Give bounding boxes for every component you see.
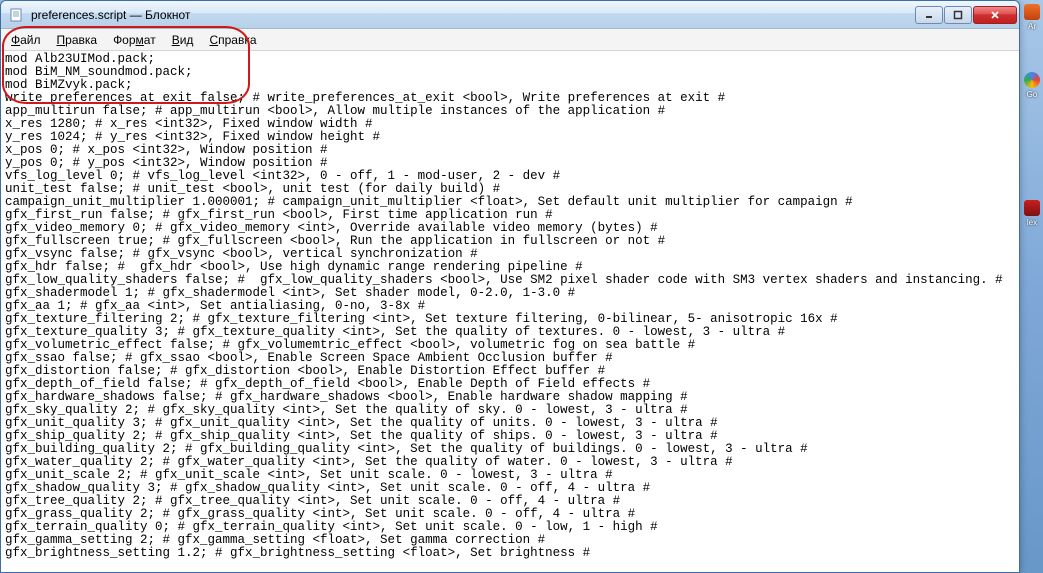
close-button[interactable] (973, 6, 1017, 24)
menu-help[interactable]: Справка (201, 31, 264, 49)
window-title: preferences.script — Блокнот (29, 8, 915, 22)
menu-edit[interactable]: Правка (49, 31, 106, 49)
desktop-shortcut-2[interactable]: Go (1023, 72, 1041, 112)
minimize-button[interactable] (915, 6, 943, 24)
menu-file-rest: айл (20, 33, 40, 47)
notepad-icon (9, 7, 25, 23)
menu-file[interactable]: Файл (3, 31, 49, 49)
notepad-window: preferences.script — Блокнот Файл Правка… (0, 0, 1020, 573)
menu-view[interactable]: Вид (164, 31, 202, 49)
titlebar[interactable]: preferences.script — Блокнот (1, 1, 1019, 29)
editor-text[interactable]: mod Alb23UIMod.pack; mod BiM_NM_soundmod… (1, 51, 1019, 572)
maximize-button[interactable] (944, 6, 972, 24)
menubar: Файл Правка Формат Вид Справка (1, 29, 1019, 51)
desktop-icons: Ar Go lex (1021, 0, 1043, 573)
desktop-shortcut-3[interactable]: lex (1023, 200, 1041, 240)
desktop-shortcut-1[interactable]: Ar (1023, 4, 1041, 44)
menu-format[interactable]: Формат (105, 31, 164, 49)
editor-content-area: mod Alb23UIMod.pack; mod BiM_NM_soundmod… (1, 51, 1019, 572)
window-buttons (915, 6, 1017, 24)
